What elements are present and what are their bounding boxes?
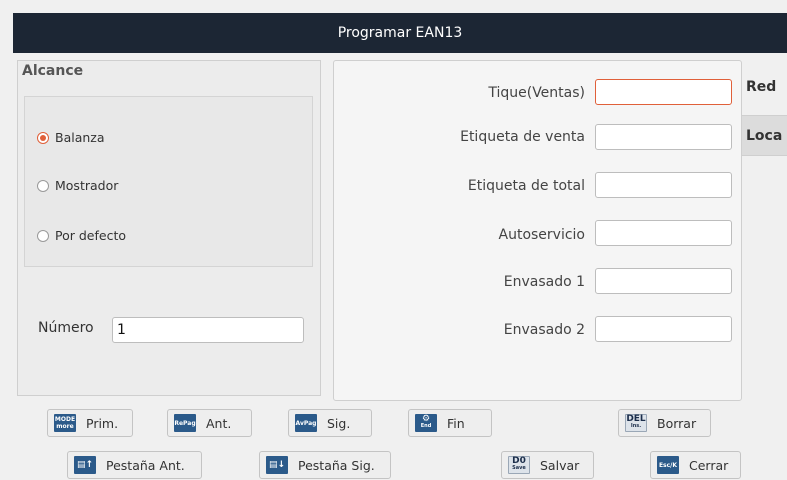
first-button-label: Prim. [86,415,119,431]
radio-label: Balanza [55,130,105,145]
radio-mostrador[interactable]: Mostrador [37,178,118,193]
radio-por-defecto[interactable]: Por defecto [37,228,126,243]
scope-title: Alcance [22,63,88,79]
delete-key-icon: DEL Ins. [625,414,647,432]
tab-red[interactable]: Red [742,66,787,107]
field-label-autoservicio: Autoservicio [498,227,586,243]
previous-button[interactable]: RePag Ant. [167,409,252,437]
field-label-etiqueta-venta: Etiqueta de venta [460,129,585,145]
mode-key-icon: MODE more [54,414,76,432]
envasado-1-input[interactable] [595,268,732,294]
field-label-etiqueta-total: Etiqueta de total [467,178,585,194]
number-input[interactable] [112,317,304,343]
field-label-tique: Tique(Ventas) [488,85,585,101]
page-up-key-icon: RePag [174,414,196,432]
radio-label: Mostrador [55,178,119,193]
save-button-label: Salvar [540,457,580,473]
previous-tab-label: Pestaña Ant. [106,457,185,473]
next-button-label: Sig. [327,415,351,431]
end-button[interactable]: ⚙ End Fin [408,409,492,437]
radio-balanza[interactable]: Balanza [37,130,105,145]
end-button-label: Fin [447,415,465,431]
next-button[interactable]: AvPag Sig. [288,409,372,437]
etiqueta-venta-input[interactable] [595,124,732,150]
escape-key-icon: Esc/K [657,456,679,474]
tab-local[interactable]: Loca [742,115,787,156]
delete-button[interactable]: DEL Ins. Borrar [618,409,711,437]
tab-down-icon: ▤↓ [266,456,288,474]
previous-tab-button[interactable]: ▤↑ Pestaña Ant. [67,451,202,479]
number-label: Número [38,320,94,336]
tab-up-icon: ▤↑ [74,456,96,474]
previous-button-label: Ant. [206,415,232,431]
tique-ventas-input[interactable] [595,79,732,105]
gear-end-icon: ⚙ End [415,414,437,432]
page-down-key-icon: AvPag [295,414,317,432]
radio-button[interactable] [37,179,49,192]
field-label-envasado-1: Envasado 1 [503,274,585,290]
next-tab-label: Pestaña Sig. [298,457,375,473]
save-button[interactable]: D0 Save Salvar [501,451,594,479]
window-title: Programar EAN13 [13,13,787,53]
radio-button[interactable] [37,229,49,242]
radio-label: Por defecto [55,228,126,243]
etiqueta-total-input[interactable] [595,172,732,198]
close-button-label: Cerrar [689,457,729,473]
save-key-icon: D0 Save [508,456,530,474]
field-label-envasado-2: Envasado 2 [503,322,585,338]
envasado-2-input[interactable] [595,316,732,342]
delete-button-label: Borrar [657,415,697,431]
autoservicio-input[interactable] [595,220,732,246]
radio-button-checked[interactable] [37,131,49,144]
first-button[interactable]: MODE more Prim. [47,409,133,437]
next-tab-button[interactable]: ▤↓ Pestaña Sig. [259,451,391,479]
close-button[interactable]: Esc/K Cerrar [650,451,741,479]
